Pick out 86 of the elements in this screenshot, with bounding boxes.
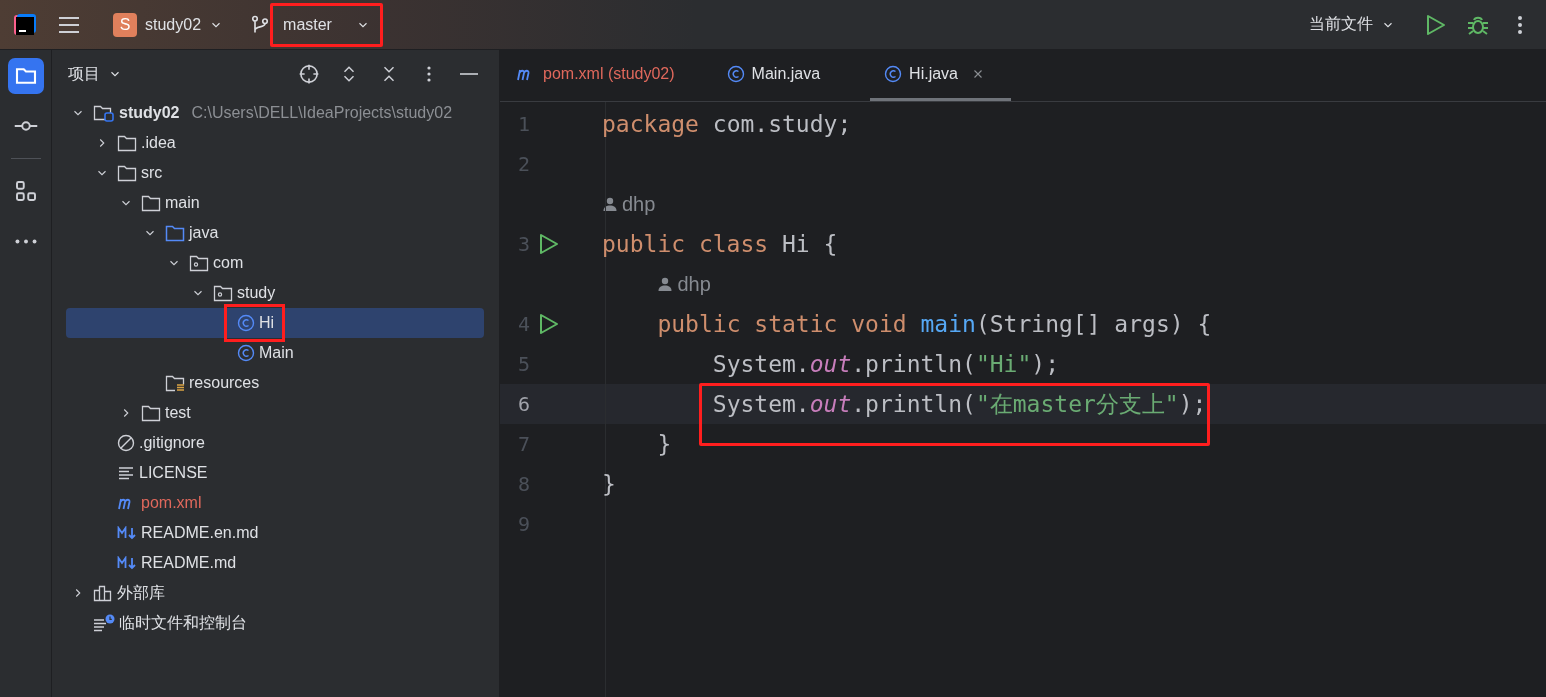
tree-item-label: 临时文件和控制台 (119, 612, 247, 633)
editor-tab[interactable]: Hi.java (870, 50, 1011, 101)
code-line: package com.study; (602, 111, 852, 137)
library-icon (93, 584, 113, 602)
tree-item[interactable]: test (66, 398, 484, 428)
tree-item-label: java (189, 224, 219, 242)
code-line: System.out.println("Hi"); (711, 351, 1059, 377)
tree-item[interactable]: resources (66, 368, 484, 398)
tree-item[interactable]: pom.xml (66, 488, 484, 518)
module-folder-icon (93, 103, 115, 123)
tree-item[interactable]: .gitignore (66, 428, 484, 458)
tree-item[interactable]: main (66, 188, 484, 218)
tree-item[interactable]: study02 C:\Users\DELL\IdeaProjects\study02 (66, 98, 484, 128)
panel-title[interactable]: 项目 (68, 63, 100, 85)
class-icon (884, 65, 903, 83)
scratch-icon (93, 614, 115, 632)
code-line: public class Hi { (602, 231, 838, 257)
tree-item-label: README.en.md (141, 524, 259, 542)
app-logo-icon[interactable] (12, 11, 38, 38)
crosshair-icon (299, 64, 319, 84)
run-config-selector[interactable]: 当前文件 (1296, 2, 1408, 47)
tree-item[interactable]: 外部库 (66, 578, 484, 608)
branch-selector[interactable]: master (270, 2, 383, 47)
run-gutter-icon[interactable] (538, 312, 560, 336)
tree-item[interactable]: java (66, 218, 484, 248)
code-line: } (602, 471, 616, 497)
author-hint[interactable]: dhp (657, 272, 711, 296)
folder-icon (141, 194, 161, 212)
tree-item-label: study02 (119, 104, 180, 122)
class-icon (237, 344, 255, 362)
tree-item-label: .idea (141, 134, 176, 152)
tree-item-label: Hi (259, 314, 275, 332)
class-icon (726, 65, 745, 83)
editor-tab[interactable]: pom.xml (study02) (514, 50, 701, 101)
folder-icon (141, 404, 161, 422)
class-icon (237, 314, 255, 332)
structure-icon (13, 179, 38, 203)
run-gutter-icon[interactable] (538, 232, 560, 256)
resources-folder-icon (165, 374, 185, 392)
code-line: System.out.println("在master分支上"); (602, 388, 1207, 420)
folder-icon (117, 164, 137, 182)
markdown-icon (117, 556, 137, 570)
project-path: C:\Users\DELL\IdeaProjects\study02 (191, 104, 453, 122)
tree-item[interactable]: src (66, 158, 484, 188)
package-folder-icon (213, 284, 233, 302)
tree-item-label: Main (259, 344, 294, 362)
markdown-icon (117, 526, 137, 540)
tree-item[interactable]: Main (66, 338, 484, 368)
more-icon (14, 238, 37, 244)
tree-item[interactable]: README.md (66, 548, 484, 578)
project-selector[interactable]: S study02 (100, 2, 237, 47)
tree-item-label: .gitignore (139, 434, 205, 452)
folder-icon (165, 224, 185, 242)
tree-item-label: pom.xml (141, 494, 202, 512)
tree-item-label: src (141, 164, 163, 182)
branch-icon (250, 14, 271, 35)
ignore-icon (117, 434, 135, 452)
code-line: } (656, 431, 672, 457)
tree-item-label: main (165, 194, 200, 212)
tree-item-label: test (165, 404, 191, 422)
folder-icon (117, 134, 137, 152)
package-folder-icon (189, 254, 209, 272)
tree-item-label: 外部库 (117, 582, 165, 603)
tree-item-label: resources (189, 374, 260, 392)
project-name: study02 (145, 15, 202, 34)
person-icon (657, 276, 674, 292)
tree-item[interactable]: com (66, 248, 484, 278)
line-number: 6 (516, 392, 530, 416)
tree-item[interactable]: LICENSE (66, 458, 484, 488)
text-file-icon (117, 465, 135, 481)
tree-item[interactable]: 临时文件和控制台 (66, 608, 484, 638)
author-hint[interactable]: dhp (602, 192, 656, 216)
tree-item-label: LICENSE (139, 464, 208, 482)
tree-item[interactable]: README.en.md (66, 518, 484, 548)
run-config-name: 当前文件 (1309, 14, 1373, 34)
tree-item-label: com (213, 254, 244, 272)
tree-item-label: README.md (141, 554, 237, 572)
project-badge: S (113, 12, 137, 37)
tree-item-label: study (237, 284, 276, 302)
person-icon (602, 196, 618, 212)
tool-window-button[interactable] (7, 58, 44, 94)
editor-tab[interactable]: Main.java (724, 50, 847, 101)
tree-item[interactable]: .idea (66, 128, 484, 158)
tree-item[interactable]: study (66, 278, 484, 308)
code-line: public static void main(String[] args) { (656, 311, 1212, 337)
branch-name: master (283, 15, 332, 34)
